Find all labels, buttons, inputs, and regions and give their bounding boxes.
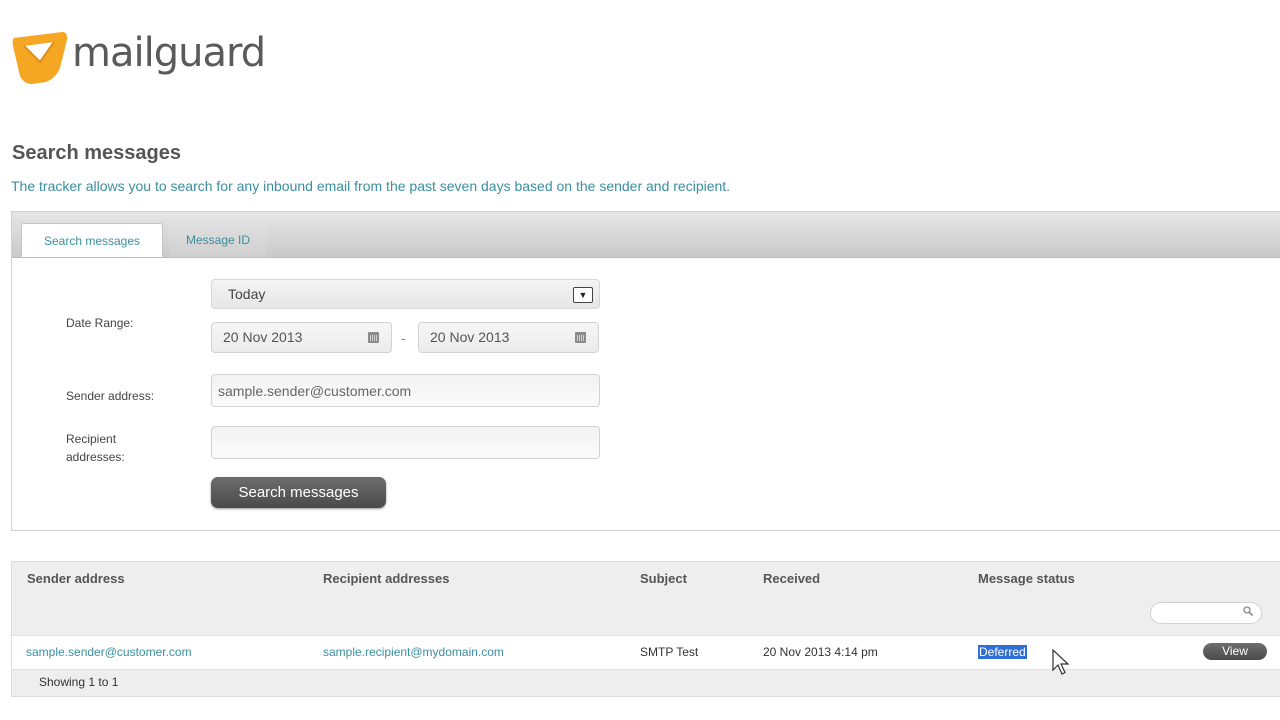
chevron-down-icon[interactable]: ▼ [573, 287, 593, 303]
table-filter-input[interactable] [1150, 602, 1262, 624]
mailguard-envelope-icon [12, 32, 68, 84]
search-panel: Search messages Message ID Date Range: T… [11, 211, 1280, 531]
table-row: sample.sender@customer.com sample.recipi… [12, 635, 1280, 670]
date-from-field[interactable]: 20 Nov 2013 [211, 322, 392, 353]
date-from-value: 20 Nov 2013 [223, 329, 303, 345]
row-sender-link[interactable]: sample.sender@customer.com [26, 645, 192, 659]
row-recipient-link[interactable]: sample.recipient@mydomain.com [323, 645, 504, 659]
page-description: The tracker allows you to search for any… [11, 178, 731, 194]
brand-name: mailguard [72, 30, 266, 76]
date-range-label: Date Range: [66, 316, 134, 330]
date-preset-value: Today [228, 286, 266, 302]
page-title: Search messages [12, 142, 182, 164]
date-to-value: 20 Nov 2013 [430, 329, 510, 345]
results-count: Showing 1 to 1 [39, 675, 119, 689]
mailguard-logo: mailguard [10, 28, 266, 86]
view-button[interactable]: View [1203, 643, 1267, 660]
tab-search-messages[interactable]: Search messages [21, 223, 163, 257]
search-messages-button[interactable]: Search messages [211, 477, 386, 508]
row-subject: SMTP Test [640, 645, 699, 659]
tab-strip: Search messages Message ID [12, 212, 1280, 258]
column-header-status[interactable]: Message status [978, 571, 1075, 586]
date-preset-select[interactable]: Today ▼ [211, 279, 600, 309]
sender-address-input[interactable] [211, 374, 600, 407]
row-status: Deferred [978, 645, 1027, 659]
column-header-received[interactable]: Received [763, 571, 820, 586]
date-separator: - [401, 330, 406, 346]
mouse-cursor-icon [1052, 648, 1070, 675]
tab-message-id[interactable]: Message ID [169, 223, 267, 257]
recipient-addresses-label: Recipient addresses: [66, 430, 125, 466]
row-received: 20 Nov 2013 4:14 pm [763, 645, 878, 659]
date-to-field[interactable]: 20 Nov 2013 [418, 322, 599, 353]
sender-address-label: Sender address: [66, 389, 155, 403]
results-table: Sender address Recipient addresses Subje… [11, 561, 1280, 697]
recipient-label-line1: Recipient [66, 432, 117, 446]
calendar-icon[interactable] [368, 332, 379, 343]
column-header-sender[interactable]: Sender address [27, 571, 125, 586]
recipient-label-line2: addresses: [66, 450, 125, 464]
row-status-text: Deferred [978, 645, 1027, 659]
calendar-icon[interactable] [575, 332, 586, 343]
recipient-addresses-input[interactable] [211, 426, 600, 459]
column-header-recipient[interactable]: Recipient addresses [323, 571, 449, 586]
column-header-subject[interactable]: Subject [640, 571, 687, 586]
search-icon [1243, 606, 1253, 616]
